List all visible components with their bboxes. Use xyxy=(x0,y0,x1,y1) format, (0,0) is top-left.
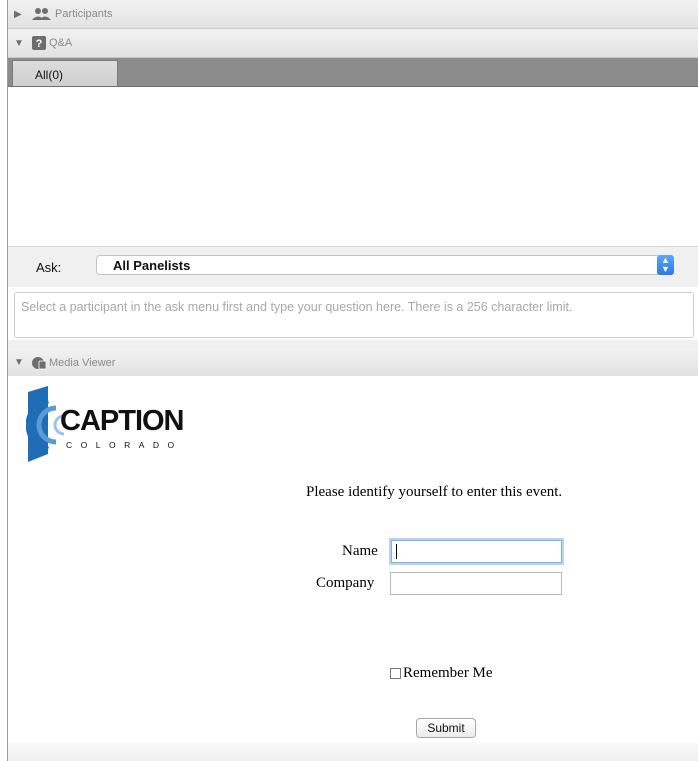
question-area-divider xyxy=(8,340,698,349)
qa-question-list xyxy=(8,87,698,247)
participants-icon xyxy=(32,7,52,21)
qa-tab-bar: All(0) xyxy=(8,58,698,87)
question-placeholder: Select a participant in the ask menu fir… xyxy=(21,300,573,314)
collapse-triangle-icon[interactable]: ▼ xyxy=(14,357,28,368)
remember-me-checkbox[interactable] xyxy=(390,668,401,679)
media-viewer-content: CAPTION COLORADO Please identify yoursel… xyxy=(8,376,698,761)
caption-colorado-logo: CAPTION COLORADO xyxy=(25,386,206,471)
submit-button[interactable]: Submit xyxy=(416,718,476,738)
participants-panel-title: Participants xyxy=(55,8,113,20)
name-label: Name xyxy=(342,543,378,559)
tab-all[interactable]: All(0) xyxy=(12,60,118,86)
expand-triangle-icon[interactable]: ▶ xyxy=(14,9,28,20)
question-input[interactable]: Select a participant in the ask menu fir… xyxy=(14,292,694,338)
question-icon: ? xyxy=(32,36,46,50)
ask-label: Ask: xyxy=(36,260,62,275)
media-viewer-panel-header[interactable]: ▼ Media Viewer xyxy=(8,349,698,377)
media-viewer-panel-title: Media Viewer xyxy=(49,356,116,369)
collapse-triangle-icon[interactable]: ▼ xyxy=(14,38,28,49)
media-viewer-icon xyxy=(32,356,46,370)
svg-text:COLORADO: COLORADO xyxy=(66,440,183,450)
window-left-edge xyxy=(0,0,8,761)
qa-panel-header[interactable]: ▼ ? Q&A xyxy=(8,29,698,58)
company-label: Company xyxy=(316,575,375,591)
name-input[interactable] xyxy=(391,540,562,563)
select-stepper-icon[interactable]: ▲ ▼ xyxy=(657,255,674,275)
company-input[interactable] xyxy=(390,572,562,595)
ask-selected-value: All Panelists xyxy=(113,258,191,273)
ask-recipient-select[interactable]: All Panelists ▲ ▼ xyxy=(96,255,674,275)
remember-me-label[interactable]: Remember Me xyxy=(403,665,493,682)
ask-row: Ask: All Panelists ▲ ▼ xyxy=(8,247,698,287)
qa-panel-title: Q&A xyxy=(49,37,73,49)
svg-text:?: ? xyxy=(36,38,43,50)
svg-text:CAPTION: CAPTION xyxy=(60,405,184,437)
bottom-shade xyxy=(8,742,698,761)
participants-panel-header[interactable]: ▶ Participants xyxy=(8,0,698,29)
identify-prompt: Please identify yourself to enter this e… xyxy=(306,484,563,500)
text-caret xyxy=(396,544,397,559)
